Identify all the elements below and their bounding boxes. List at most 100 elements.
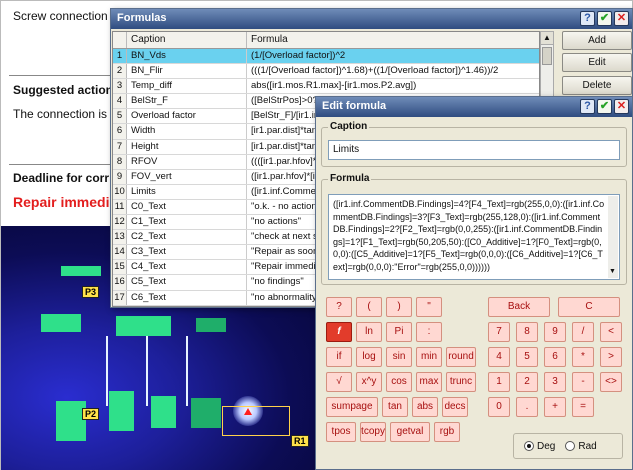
ok-checkmark-icon[interactable]: ✔ [597, 99, 612, 114]
rad-label: Rad [578, 440, 597, 452]
key-[interactable]: : [416, 322, 442, 342]
dialog-title: Edit formula [322, 100, 387, 112]
key-rgb[interactable]: rgb [434, 422, 460, 442]
angle-mode-group: Deg Rad [513, 433, 623, 459]
key-minus[interactable]: - [572, 372, 594, 392]
row-number: 3 [113, 79, 127, 94]
key-4[interactable]: 4 [488, 347, 510, 367]
key-gt[interactable]: > [600, 347, 622, 367]
marker-r1[interactable]: R1 [291, 435, 309, 447]
formulas-titlebar[interactable]: Formulas ? ✔ ✕ [111, 9, 632, 29]
edit-button[interactable]: Edit [562, 53, 632, 72]
row-caption: C5_Text [127, 275, 247, 290]
key-9[interactable]: 9 [544, 322, 566, 342]
help-icon[interactable]: ? [580, 11, 595, 26]
key-max[interactable]: max [416, 372, 442, 392]
key-5[interactable]: 5 [516, 347, 538, 367]
formula-scrollbar[interactable] [608, 196, 618, 278]
row-number: 6 [113, 124, 127, 139]
key-log[interactable]: log [356, 347, 382, 367]
rad-radio-dot[interactable] [565, 441, 576, 451]
table-row[interactable]: 1 BN_Vds (1/[Overload factor])^2 [113, 49, 539, 65]
key-0[interactable]: 0 [488, 397, 510, 417]
delete-button[interactable]: Delete [562, 76, 632, 95]
key-trunc[interactable]: trunc [446, 372, 476, 392]
help-icon[interactable]: ? [580, 99, 595, 114]
key-decs[interactable]: decs [442, 397, 468, 417]
row-number: 17 [113, 290, 127, 305]
key-3[interactable]: 3 [544, 372, 566, 392]
row-number: 15 [113, 260, 127, 275]
formula-textarea[interactable]: ([ir1.inf.CommentDB.Findings]=4?[F4_Text… [328, 194, 620, 280]
formula-text: ([ir1.inf.CommentDB.Findings]=4?[F4_Text… [333, 199, 605, 272]
key-f-function-icon[interactable]: f [326, 322, 352, 342]
key-equals[interactable]: = [572, 397, 594, 417]
row-caption: C6_Text [127, 290, 247, 305]
key-[interactable]: √ [326, 372, 352, 392]
key-divide[interactable]: / [572, 322, 594, 342]
key-plus[interactable]: + [544, 397, 566, 417]
row-number: 10 [113, 184, 127, 199]
deg-radio[interactable]: Deg [524, 441, 555, 452]
row-caption: C4_Text [127, 260, 247, 275]
key-2[interactable]: 2 [516, 372, 538, 392]
key-tan[interactable]: tan [382, 397, 408, 417]
key-1[interactable]: 1 [488, 372, 510, 392]
key-min[interactable]: min [416, 347, 442, 367]
thermal-cable [106, 336, 108, 406]
thermal-hotband [61, 266, 101, 276]
measure-region[interactable] [222, 406, 290, 436]
marker-p3[interactable]: P3 [82, 286, 100, 298]
key-Pi[interactable]: Pi [386, 322, 412, 342]
key-6[interactable]: 6 [544, 347, 566, 367]
scroll-thumb[interactable] [542, 47, 552, 65]
key-[interactable]: ? [326, 297, 352, 317]
key-dot[interactable]: . [516, 397, 538, 417]
key-ln[interactable]: ln [356, 322, 382, 342]
thermal-hotband [41, 314, 81, 332]
table-row[interactable]: 3 Temp_diff abs([ir1.mos.R1.max]-[ir1.mos.… [113, 79, 539, 95]
key-neq[interactable]: <> [600, 372, 622, 392]
key-7[interactable]: 7 [488, 322, 510, 342]
key-[interactable]: " [416, 297, 442, 317]
key-abs[interactable]: abs [412, 397, 438, 417]
key-[interactable]: ( [356, 297, 382, 317]
key-getval[interactable]: getval [390, 422, 430, 442]
key-sin[interactable]: sin [386, 347, 412, 367]
key-multiply[interactable]: * [572, 347, 594, 367]
key-tcopy[interactable]: tcopy [360, 422, 386, 442]
app-screen: Screw connection i Suggested action The … [0, 0, 633, 470]
caption-group: Caption Limits [321, 121, 627, 167]
key-if[interactable]: if [326, 347, 352, 367]
key-tpos[interactable]: tpos [326, 422, 356, 442]
key-Back[interactable]: Back [488, 297, 550, 317]
table-row[interactable]: 2 BN_Flir (((1/[Overload factor])^1.68)+((… [113, 64, 539, 80]
rad-radio[interactable]: Rad [565, 440, 597, 452]
key-8[interactable]: 8 [516, 322, 538, 342]
key-[interactable]: ) [386, 297, 412, 317]
ok-checkmark-icon[interactable]: ✔ [597, 11, 612, 26]
key-C[interactable]: C [558, 297, 620, 317]
add-button[interactable]: Add [562, 31, 632, 50]
key-sumpage[interactable]: sumpage [326, 397, 378, 417]
header-caption[interactable]: Caption [127, 32, 247, 48]
row-caption: RFOV [127, 154, 247, 169]
edit-formula-titlebar[interactable]: Edit formula ? ✔ ✕ [316, 97, 632, 117]
header-row-num [113, 32, 127, 48]
close-icon[interactable]: ✕ [614, 11, 629, 26]
row-formula: abs([ir1.mos.R1.max]-[ir1.mos.P2.avg]) [251, 80, 417, 92]
caption-input[interactable]: Limits [328, 140, 620, 160]
deg-radio-dot[interactable] [524, 441, 534, 451]
key-lt[interactable]: < [600, 322, 622, 342]
divider [9, 75, 119, 76]
marker-p2[interactable]: P2 [82, 408, 100, 420]
row-number: 4 [113, 94, 127, 109]
thermal-hotband [151, 396, 176, 428]
row-caption: BN_Flir [127, 64, 247, 79]
scroll-up-icon[interactable]: ▲ [541, 32, 553, 45]
close-icon[interactable]: ✕ [614, 99, 629, 114]
key-xy[interactable]: x^y [356, 372, 382, 392]
key-cos[interactable]: cos [386, 372, 412, 392]
key-round[interactable]: round [446, 347, 476, 367]
header-formula[interactable]: Formula [247, 32, 539, 48]
